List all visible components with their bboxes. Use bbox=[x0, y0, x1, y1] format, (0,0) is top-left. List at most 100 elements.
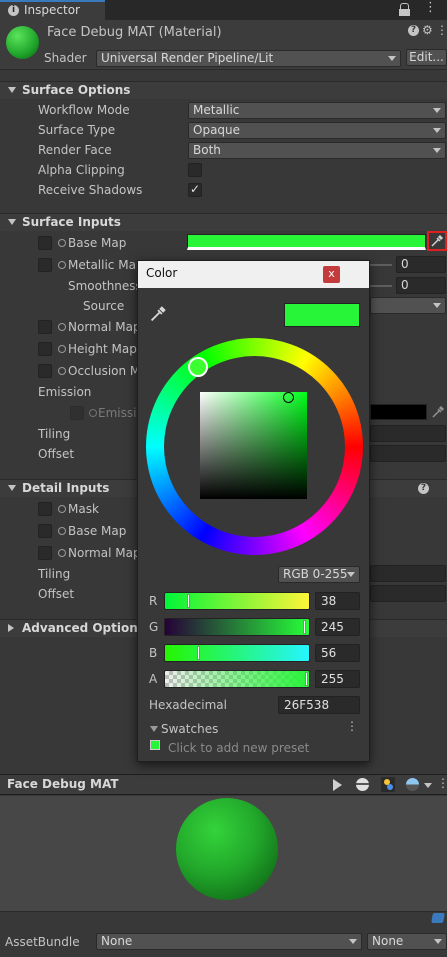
detail-offset-label: Offset bbox=[38, 587, 75, 601]
play-icon[interactable] bbox=[333, 779, 342, 791]
tab-inspector[interactable]: i Inspector bbox=[0, 0, 105, 20]
kebab-menu-icon[interactable]: ⋮ bbox=[437, 776, 447, 790]
dial-icon bbox=[58, 239, 66, 247]
source-dropdown[interactable] bbox=[370, 297, 446, 314]
channel-b-value[interactable]: 56 bbox=[315, 644, 360, 662]
chevron-down-icon bbox=[433, 128, 441, 133]
dial-icon bbox=[58, 323, 66, 331]
smoothness-value-field[interactable]: 0 bbox=[396, 277, 446, 294]
channel-b-slider[interactable] bbox=[164, 644, 310, 662]
close-button[interactable]: x bbox=[323, 266, 340, 283]
eyedropper-button[interactable] bbox=[427, 231, 447, 251]
tab-bar: i Inspector ⋮ bbox=[0, 0, 447, 20]
help-icon[interactable]: ? bbox=[418, 483, 429, 494]
surface-type-dropdown[interactable]: Opaque bbox=[188, 122, 446, 139]
channel-r-handle[interactable] bbox=[187, 594, 190, 608]
swatches-foldout-icon[interactable] bbox=[150, 726, 158, 732]
channel-r-value[interactable]: 38 bbox=[315, 592, 360, 610]
channel-a-slider[interactable] bbox=[164, 670, 310, 688]
tiling-label: Tiling bbox=[38, 427, 71, 441]
receive-shadows-checkbox[interactable] bbox=[188, 182, 202, 197]
detail-base-map-slot[interactable] bbox=[38, 524, 52, 538]
lock-body-icon bbox=[399, 9, 410, 16]
light-toggle-icon[interactable] bbox=[381, 777, 395, 792]
close-icon: x bbox=[328, 267, 335, 280]
channel-r-slider[interactable] bbox=[164, 592, 310, 610]
render-face-dropdown[interactable]: Both bbox=[188, 142, 446, 159]
kebab-menu-icon[interactable]: ⋮ bbox=[346, 719, 358, 733]
foldout-open-icon bbox=[8, 87, 16, 93]
alpha-clipping-label: Alpha Clipping bbox=[38, 163, 125, 177]
dial-icon bbox=[58, 549, 66, 557]
channel-b-handle[interactable] bbox=[197, 646, 200, 660]
sv-square[interactable] bbox=[200, 392, 307, 499]
color-mode-dropdown[interactable]: RGB 0-255 bbox=[278, 566, 360, 583]
assetbundle-variant-dropdown[interactable]: None bbox=[367, 933, 447, 950]
eyedropper-icon bbox=[431, 234, 444, 247]
surface-options-header[interactable]: Surface Options bbox=[0, 81, 447, 99]
settings-icon[interactable]: ⚙ bbox=[422, 23, 433, 37]
detail-normal-map-label: Normal Map bbox=[68, 546, 141, 560]
detail-tiling-field[interactable] bbox=[370, 565, 446, 582]
help-icon[interactable]: ? bbox=[408, 25, 419, 36]
tiling-field[interactable] bbox=[370, 425, 446, 442]
mask-slot[interactable] bbox=[38, 502, 52, 516]
chevron-down-icon bbox=[388, 56, 396, 61]
eyedropper-icon[interactable] bbox=[149, 305, 167, 323]
swatches-hint[interactable]: Click to add new preset bbox=[168, 741, 309, 755]
dial-icon bbox=[58, 367, 66, 375]
render-face-label: Render Face bbox=[38, 143, 112, 157]
alpha-clipping-checkbox[interactable] bbox=[188, 163, 202, 177]
emission-map-slot[interactable] bbox=[70, 406, 84, 420]
metallic-value-field[interactable]: 0 bbox=[396, 256, 446, 273]
base-color-field[interactable] bbox=[187, 234, 426, 250]
workflow-mode-dropdown[interactable]: Metallic bbox=[188, 102, 446, 119]
chevron-down-icon bbox=[433, 303, 441, 308]
asset-label-icon[interactable] bbox=[431, 913, 445, 923]
eyedropper-icon[interactable] bbox=[431, 405, 445, 419]
channel-g-value[interactable]: 245 bbox=[315, 618, 360, 636]
hex-field[interactable]: 26F538 bbox=[278, 696, 360, 714]
detail-normal-map-slot[interactable] bbox=[38, 546, 52, 560]
offset-field[interactable] bbox=[370, 445, 446, 462]
assetbundle-label: AssetBundle bbox=[5, 935, 80, 949]
channel-a-value[interactable]: 255 bbox=[315, 670, 360, 688]
dial-icon bbox=[58, 505, 66, 513]
shader-dropdown[interactable]: Universal Render Pipeline/Lit bbox=[96, 50, 401, 67]
sphere-mesh-icon[interactable] bbox=[356, 778, 369, 791]
smoothness-slider-track[interactable] bbox=[370, 285, 392, 287]
source-label: Source bbox=[83, 299, 125, 313]
shader-edit-button[interactable]: Edit... bbox=[406, 49, 447, 66]
emission-label: Emission bbox=[38, 385, 92, 399]
chevron-down-icon[interactable] bbox=[424, 783, 432, 788]
channel-g-slider[interactable] bbox=[164, 618, 310, 636]
channel-g-handle[interactable] bbox=[303, 620, 306, 634]
dial-icon bbox=[58, 261, 66, 269]
shader-label: Shader bbox=[44, 51, 87, 65]
preview-area[interactable] bbox=[0, 796, 447, 912]
height-map-slot[interactable] bbox=[38, 342, 52, 356]
hue-handle[interactable] bbox=[188, 357, 208, 377]
metallic-map-slot[interactable] bbox=[38, 258, 52, 272]
sv-handle[interactable] bbox=[283, 392, 294, 403]
skybox-icon[interactable] bbox=[406, 778, 419, 791]
metallic-slider-track[interactable] bbox=[370, 264, 392, 266]
normal-map-label: Normal Map bbox=[68, 320, 141, 334]
material-thumbnail bbox=[6, 26, 39, 59]
preset-swatch-icon[interactable] bbox=[150, 740, 160, 750]
base-map-slot[interactable] bbox=[38, 236, 52, 250]
channel-a-handle[interactable] bbox=[305, 672, 308, 686]
material-header: Face Debug MAT (Material) ? ⚙ ⋮ Shader U… bbox=[0, 20, 447, 70]
assetbundle-dropdown[interactable]: None bbox=[96, 933, 362, 950]
channel-b-label: B bbox=[149, 646, 158, 660]
emission-color-field[interactable] bbox=[370, 404, 427, 420]
normal-map-slot[interactable] bbox=[38, 320, 52, 334]
kebab-menu-icon[interactable]: ⋮ bbox=[424, 0, 437, 15]
occlusion-map-slot[interactable] bbox=[38, 364, 52, 378]
kebab-menu-icon[interactable]: ⋮ bbox=[436, 23, 447, 37]
chevron-down-icon bbox=[347, 572, 355, 577]
surface-inputs-header[interactable]: Surface Inputs bbox=[0, 213, 447, 231]
channel-g-label: G bbox=[149, 620, 159, 634]
occlusion-map-label: Occlusion M bbox=[68, 364, 141, 378]
detail-offset-field[interactable] bbox=[370, 585, 446, 602]
